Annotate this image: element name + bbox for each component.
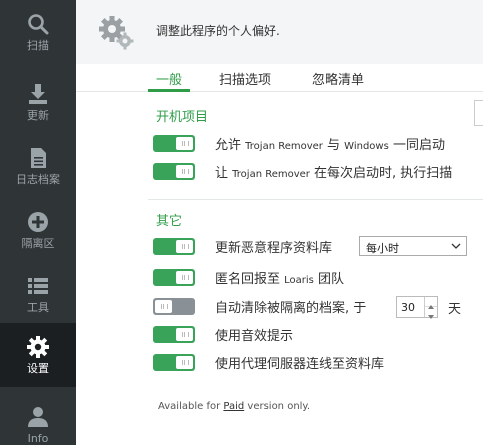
- settings-gears-icon: [99, 16, 134, 50]
- header-description: 调整此程序的个人偏好.: [156, 24, 280, 38]
- toggle-proxy[interactable]: [153, 354, 195, 371]
- toggle-sound[interactable]: [153, 326, 195, 343]
- sidebar-item-label: 设置: [27, 362, 49, 375]
- option-update-database: 更新恶意程序资料库: [215, 241, 333, 256]
- option-text: 一同启动: [388, 138, 445, 153]
- option-sound: 使用音效提示: [215, 329, 294, 344]
- download-icon: [29, 84, 47, 104]
- sidebar-item-label: 更新: [27, 109, 49, 122]
- tab-scan-options[interactable]: 扫描选项: [219, 69, 271, 88]
- stepper-value: 30: [401, 301, 415, 314]
- sidebar-item-update[interactable]: 更新: [0, 70, 76, 132]
- option-text: 团队: [313, 272, 345, 287]
- sidebar-item-label: 日志档案: [16, 173, 60, 186]
- footer-text: version only.: [244, 401, 311, 412]
- chevron-down-icon: [451, 243, 461, 249]
- option-proxy: 使用代理伺服器连线至资料库: [215, 357, 385, 372]
- page-header: 调整此程序的个人偏好.: [76, 0, 483, 64]
- option-text: 与: [322, 138, 345, 153]
- footer-note: Available for Paid version only.: [158, 401, 310, 412]
- option-text: 让: [215, 166, 233, 181]
- toggle-update-database[interactable]: [153, 238, 195, 255]
- sidebar-item-label: 隔离区: [21, 237, 55, 250]
- toggle-auto-purge[interactable]: [153, 298, 195, 315]
- sidebar: 扫描 更新 日志档案 隔离区 工具 设置 Info: [0, 0, 76, 445]
- stepper-up-button[interactable]: [425, 297, 437, 309]
- sidebar-item-tools[interactable]: 工具: [0, 262, 76, 324]
- section-title-other: 其它: [156, 214, 183, 229]
- stepper-buttons: [424, 297, 437, 319]
- stepper-down-button[interactable]: [425, 307, 437, 319]
- sidebar-item-logs[interactable]: 日志档案: [0, 134, 76, 196]
- tab-ignore-list[interactable]: 忽略清单: [312, 69, 364, 88]
- toggle-scan-on-startup[interactable]: [153, 163, 195, 180]
- option-text: 在每次启动时, 执行扫描: [309, 166, 453, 181]
- divider: [148, 199, 483, 200]
- option-text: Trojan Remover: [232, 169, 310, 180]
- gear-icon: [27, 336, 49, 358]
- sidebar-item-label: Info: [27, 432, 49, 445]
- sidebar-item-settings[interactable]: 设置: [0, 323, 76, 387]
- update-interval-select[interactable]: 每小时: [359, 236, 467, 256]
- search-icon: [28, 14, 49, 35]
- toggle-start-with-windows[interactable]: [153, 135, 195, 152]
- caret-down-icon: [428, 315, 434, 319]
- purge-unit-label: 天: [448, 302, 462, 317]
- list-icon: [28, 278, 48, 294]
- sidebar-item-info[interactable]: Info: [0, 393, 76, 445]
- document-icon: [31, 148, 46, 168]
- option-anonymous-report: 匿名回报至 Loaris 团队: [215, 268, 344, 287]
- sidebar-item-label: 扫描: [27, 39, 49, 52]
- purge-days-stepper[interactable]: 30: [396, 296, 438, 319]
- footer-text: Available for: [158, 401, 224, 412]
- option-text: 允许: [215, 138, 246, 153]
- partial-control[interactable]: [474, 100, 483, 126]
- option-text: Trojan Remover: [245, 141, 323, 152]
- option-start-with-windows: 允许 Trojan Remover 与 Windows 一同启动: [215, 134, 445, 153]
- toggle-anonymous-report[interactable]: [153, 269, 195, 286]
- section-title-startup: 开机项目: [156, 110, 209, 125]
- option-text: Windows: [344, 141, 389, 152]
- select-value: 每小时: [366, 242, 399, 255]
- option-scan-on-startup: 让 Trojan Remover 在每次启动时, 执行扫描: [215, 162, 452, 181]
- option-text: 匿名回报至: [215, 272, 285, 287]
- sidebar-item-label: 工具: [27, 301, 49, 314]
- paid-link[interactable]: Paid: [223, 401, 244, 412]
- option-auto-purge: 自动清除被隔离的档案, 于: [215, 301, 367, 316]
- sidebar-item-scan[interactable]: 扫描: [0, 0, 76, 62]
- user-icon: [28, 407, 48, 427]
- tab-bar: 一般 扫描选项 忽略清单: [76, 64, 483, 92]
- tab-general[interactable]: 一般: [147, 69, 191, 92]
- plus-circle-icon: [28, 212, 48, 232]
- option-text: Loaris: [284, 275, 314, 286]
- sidebar-item-quarantine[interactable]: 隔离区: [0, 198, 76, 260]
